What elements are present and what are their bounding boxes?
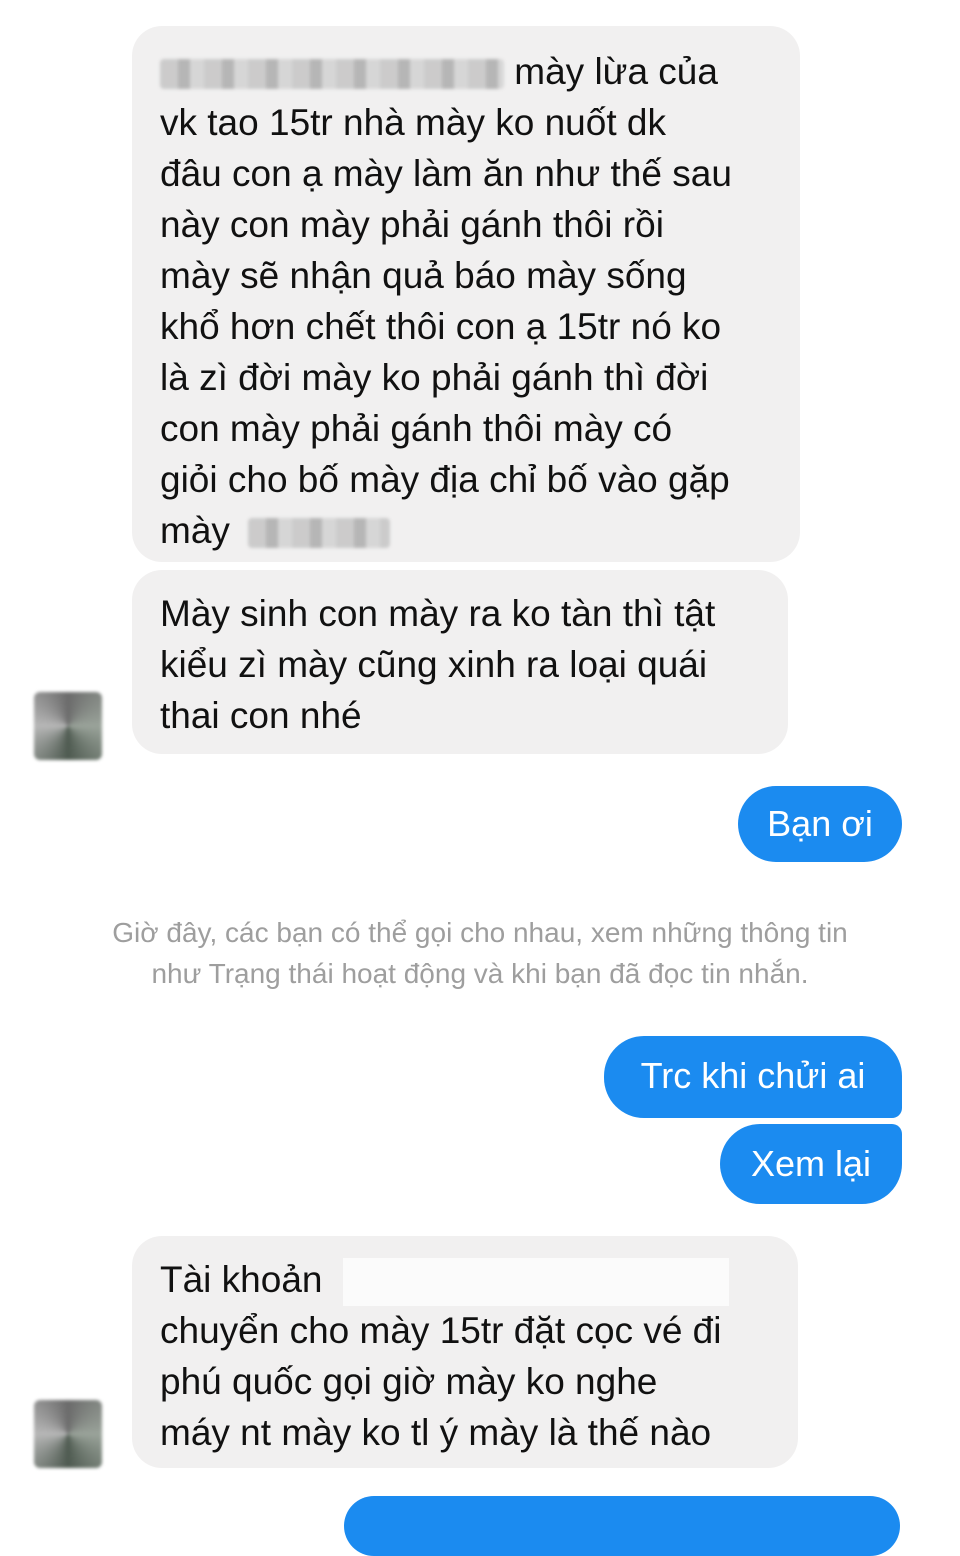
notice-line: Giờ đây, các bạn có thể gọi cho nhau, xe… bbox=[112, 917, 848, 948]
outgoing-message-bubble[interactable]: Trc khi chửi ai bbox=[604, 1036, 902, 1118]
message-line: mày bbox=[160, 505, 776, 556]
message-line: khổ hơn chết thôi con ạ 15tr nó ko bbox=[160, 306, 722, 347]
contact-avatar[interactable] bbox=[34, 1400, 102, 1468]
message-line: vk tao 15tr nhà mày ko nuốt dk bbox=[160, 102, 666, 143]
system-notice: Giờ đây, các bạn có thể gọi cho nhau, xe… bbox=[40, 912, 920, 994]
incoming-message-bubble[interactable]: mày lừa của vk tao 15tr nhà mày ko nuốt … bbox=[132, 26, 800, 562]
message-line: là zì đời mày ko phải gánh thì đời bbox=[160, 357, 709, 398]
contact-avatar[interactable] bbox=[34, 692, 102, 760]
message-text: mày bbox=[160, 510, 230, 551]
message-line: đâu con ạ mày làm ăn như thế sau bbox=[160, 153, 732, 194]
message-line: mày lừa của bbox=[160, 46, 776, 97]
message-line: thai con nhé bbox=[160, 695, 362, 736]
message-line: phú quốc gọi giờ mày ko nghe bbox=[160, 1361, 658, 1402]
message-text: mày lừa của bbox=[514, 51, 718, 92]
message-line: kiểu zì mày cũng xinh ra loại quái bbox=[160, 644, 708, 685]
outgoing-message-bubble[interactable]: Bạn ơi bbox=[738, 786, 902, 862]
redacted-name bbox=[160, 59, 504, 90]
notice-line: như Trạng thái hoạt động và khi bạn đã đ… bbox=[151, 958, 809, 989]
redacted-text bbox=[248, 518, 391, 549]
message-line: chuyển cho mày 15tr đặt cọc vé đi bbox=[160, 1310, 722, 1351]
incoming-message-bubble[interactable]: Mày sinh con mày ra ko tàn thì tật kiểu … bbox=[132, 570, 788, 754]
message-line: máy nt mày ko tl ý mày là thế nào bbox=[160, 1412, 712, 1453]
outgoing-message-bubble[interactable] bbox=[344, 1496, 900, 1556]
outgoing-message-bubble[interactable]: Xem lại bbox=[720, 1124, 902, 1204]
message-line: Mày sinh con mày ra ko tàn thì tật bbox=[160, 593, 716, 634]
message-line: mày sẽ nhận quả báo mày sống bbox=[160, 255, 687, 296]
message-line: này con mày phải gánh thôi rồi bbox=[160, 204, 664, 245]
message-line: giỏi cho bố mày địa chỉ bố vào gặp bbox=[160, 459, 730, 500]
incoming-message-bubble[interactable]: Tài khoản chuyển cho mày 15tr đặt cọc vé… bbox=[132, 1236, 798, 1468]
redacted-account bbox=[342, 1258, 729, 1307]
message-line: con mày phải gánh thôi mày có bbox=[160, 408, 673, 449]
message-line: Tài khoản bbox=[160, 1254, 774, 1307]
message-text: Tài khoản bbox=[160, 1259, 323, 1300]
